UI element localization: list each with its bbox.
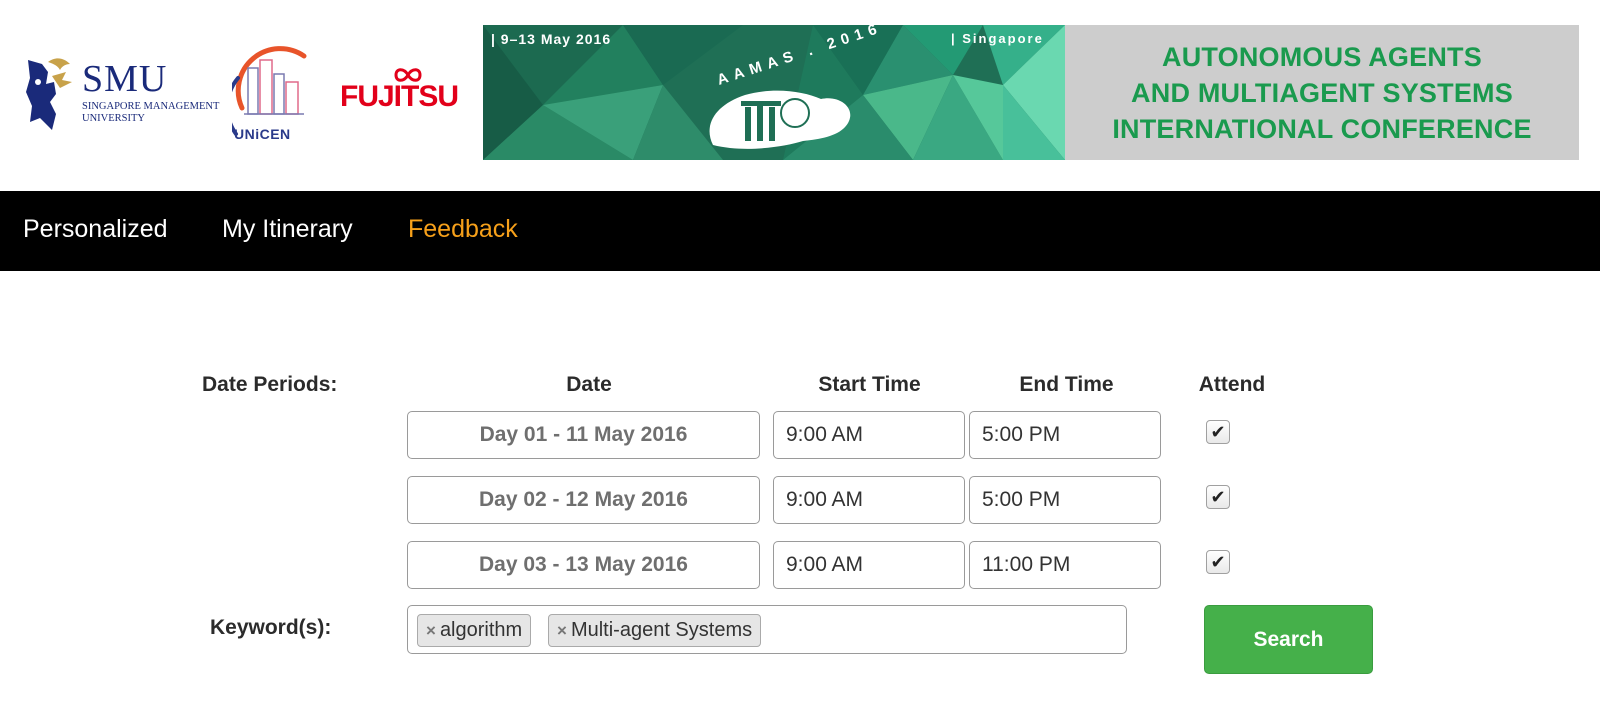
banner-title: AUTONOMOUS AGENTS AND MULTIAGENT SYSTEMS… — [1065, 25, 1579, 160]
smu-subtitle-line1: SINGAPORE MANAGEMENT — [82, 101, 220, 112]
unicen-name: UNiCEN — [234, 126, 291, 142]
keyword-tag: × Multi-agent Systems — [548, 614, 762, 647]
search-button[interactable]: Search — [1204, 605, 1373, 674]
check-icon: ✔ — [1210, 422, 1226, 442]
banner-date: | 9–13 May 2016 — [491, 31, 612, 47]
column-header-start-time: Start Time — [818, 373, 921, 396]
date-period-2-end-time[interactable]: 5:00 PM — [969, 476, 1161, 524]
column-header-end-time: End Time — [1019, 373, 1114, 396]
banner-city: | Singapore — [951, 31, 1044, 46]
unicen-skyline-icon — [232, 46, 307, 136]
banner-title-line-2: AND MULTIAGENT SYSTEMS — [1131, 77, 1513, 108]
banner-graphic: AAMAS . 2016 | 9–13 May 2016 | Singapore — [483, 25, 1065, 160]
check-icon: ✔ — [1210, 552, 1226, 572]
tag-remove-icon[interactable]: × — [557, 621, 567, 641]
nav-item-personalized[interactable]: Personalized — [23, 215, 168, 244]
smu-logo[interactable]: SMU SINGAPORE MANAGEMENT UNIVERSITY — [22, 48, 227, 133]
keyword-tag: × algorithm — [417, 614, 532, 647]
keywords-input[interactable]: × algorithm × Multi-agent Systems — [407, 605, 1127, 654]
keywords-label: Keyword(s): — [210, 616, 332, 639]
nav-item-my-itinerary[interactable]: My Itinerary — [222, 215, 353, 244]
column-header-date: Date — [566, 373, 612, 396]
smu-subtitle-line2: UNIVERSITY — [82, 113, 145, 124]
date-periods-label: Date Periods: — [202, 373, 338, 396]
date-period-1-start-time[interactable]: 9:00 AM — [773, 411, 965, 459]
fujitsu-logo[interactable]: FUJITSU — [340, 68, 459, 118]
keyword-tag-label: Multi-agent Systems — [570, 619, 753, 641]
nav-item-feedback[interactable]: Feedback — [408, 215, 518, 244]
keyword-tag-label: algorithm — [439, 619, 523, 641]
fujitsu-name: FUJITSU — [340, 80, 459, 113]
column-header-attend: Attend — [1198, 373, 1266, 396]
date-period-1-date[interactable]: Day 01 - 11 May 2016 — [407, 411, 760, 459]
smu-name: SMU — [82, 58, 168, 100]
check-icon: ✔ — [1210, 487, 1226, 507]
conference-banner[interactable]: AAMAS . 2016 | 9–13 May 2016 | Singapore… — [483, 25, 1579, 160]
banner-title-line-1: AUTONOMOUS AGENTS — [1162, 41, 1482, 72]
header: SMU SINGAPORE MANAGEMENT UNIVERSITY UNiC… — [0, 0, 1600, 190]
date-period-2-date[interactable]: Day 02 - 12 May 2016 — [407, 476, 760, 524]
date-period-1-end-time[interactable]: 5:00 PM — [969, 411, 1161, 459]
unicen-logo[interactable]: UNiCEN — [232, 38, 312, 148]
date-period-2-attend-checkbox[interactable]: ✔ — [1206, 485, 1230, 509]
smu-crest-icon — [26, 58, 72, 130]
tag-remove-icon[interactable]: × — [426, 621, 436, 641]
smu-subtitle: SINGAPORE MANAGEMENT UNIVERSITY — [82, 101, 219, 125]
date-period-2-start-time[interactable]: 9:00 AM — [773, 476, 965, 524]
main-nav: Personalized My Itinerary Feedback — [0, 191, 1600, 271]
date-period-3-start-time[interactable]: 9:00 AM — [773, 541, 965, 589]
date-period-1-attend-checkbox[interactable]: ✔ — [1206, 420, 1230, 444]
date-period-3-date[interactable]: Day 03 - 13 May 2016 — [407, 541, 760, 589]
date-period-3-end-time[interactable]: 11:00 PM — [969, 541, 1161, 589]
banner-title-line-3: INTERNATIONAL CONFERENCE — [1112, 113, 1532, 144]
date-period-3-attend-checkbox[interactable]: ✔ — [1206, 550, 1230, 574]
